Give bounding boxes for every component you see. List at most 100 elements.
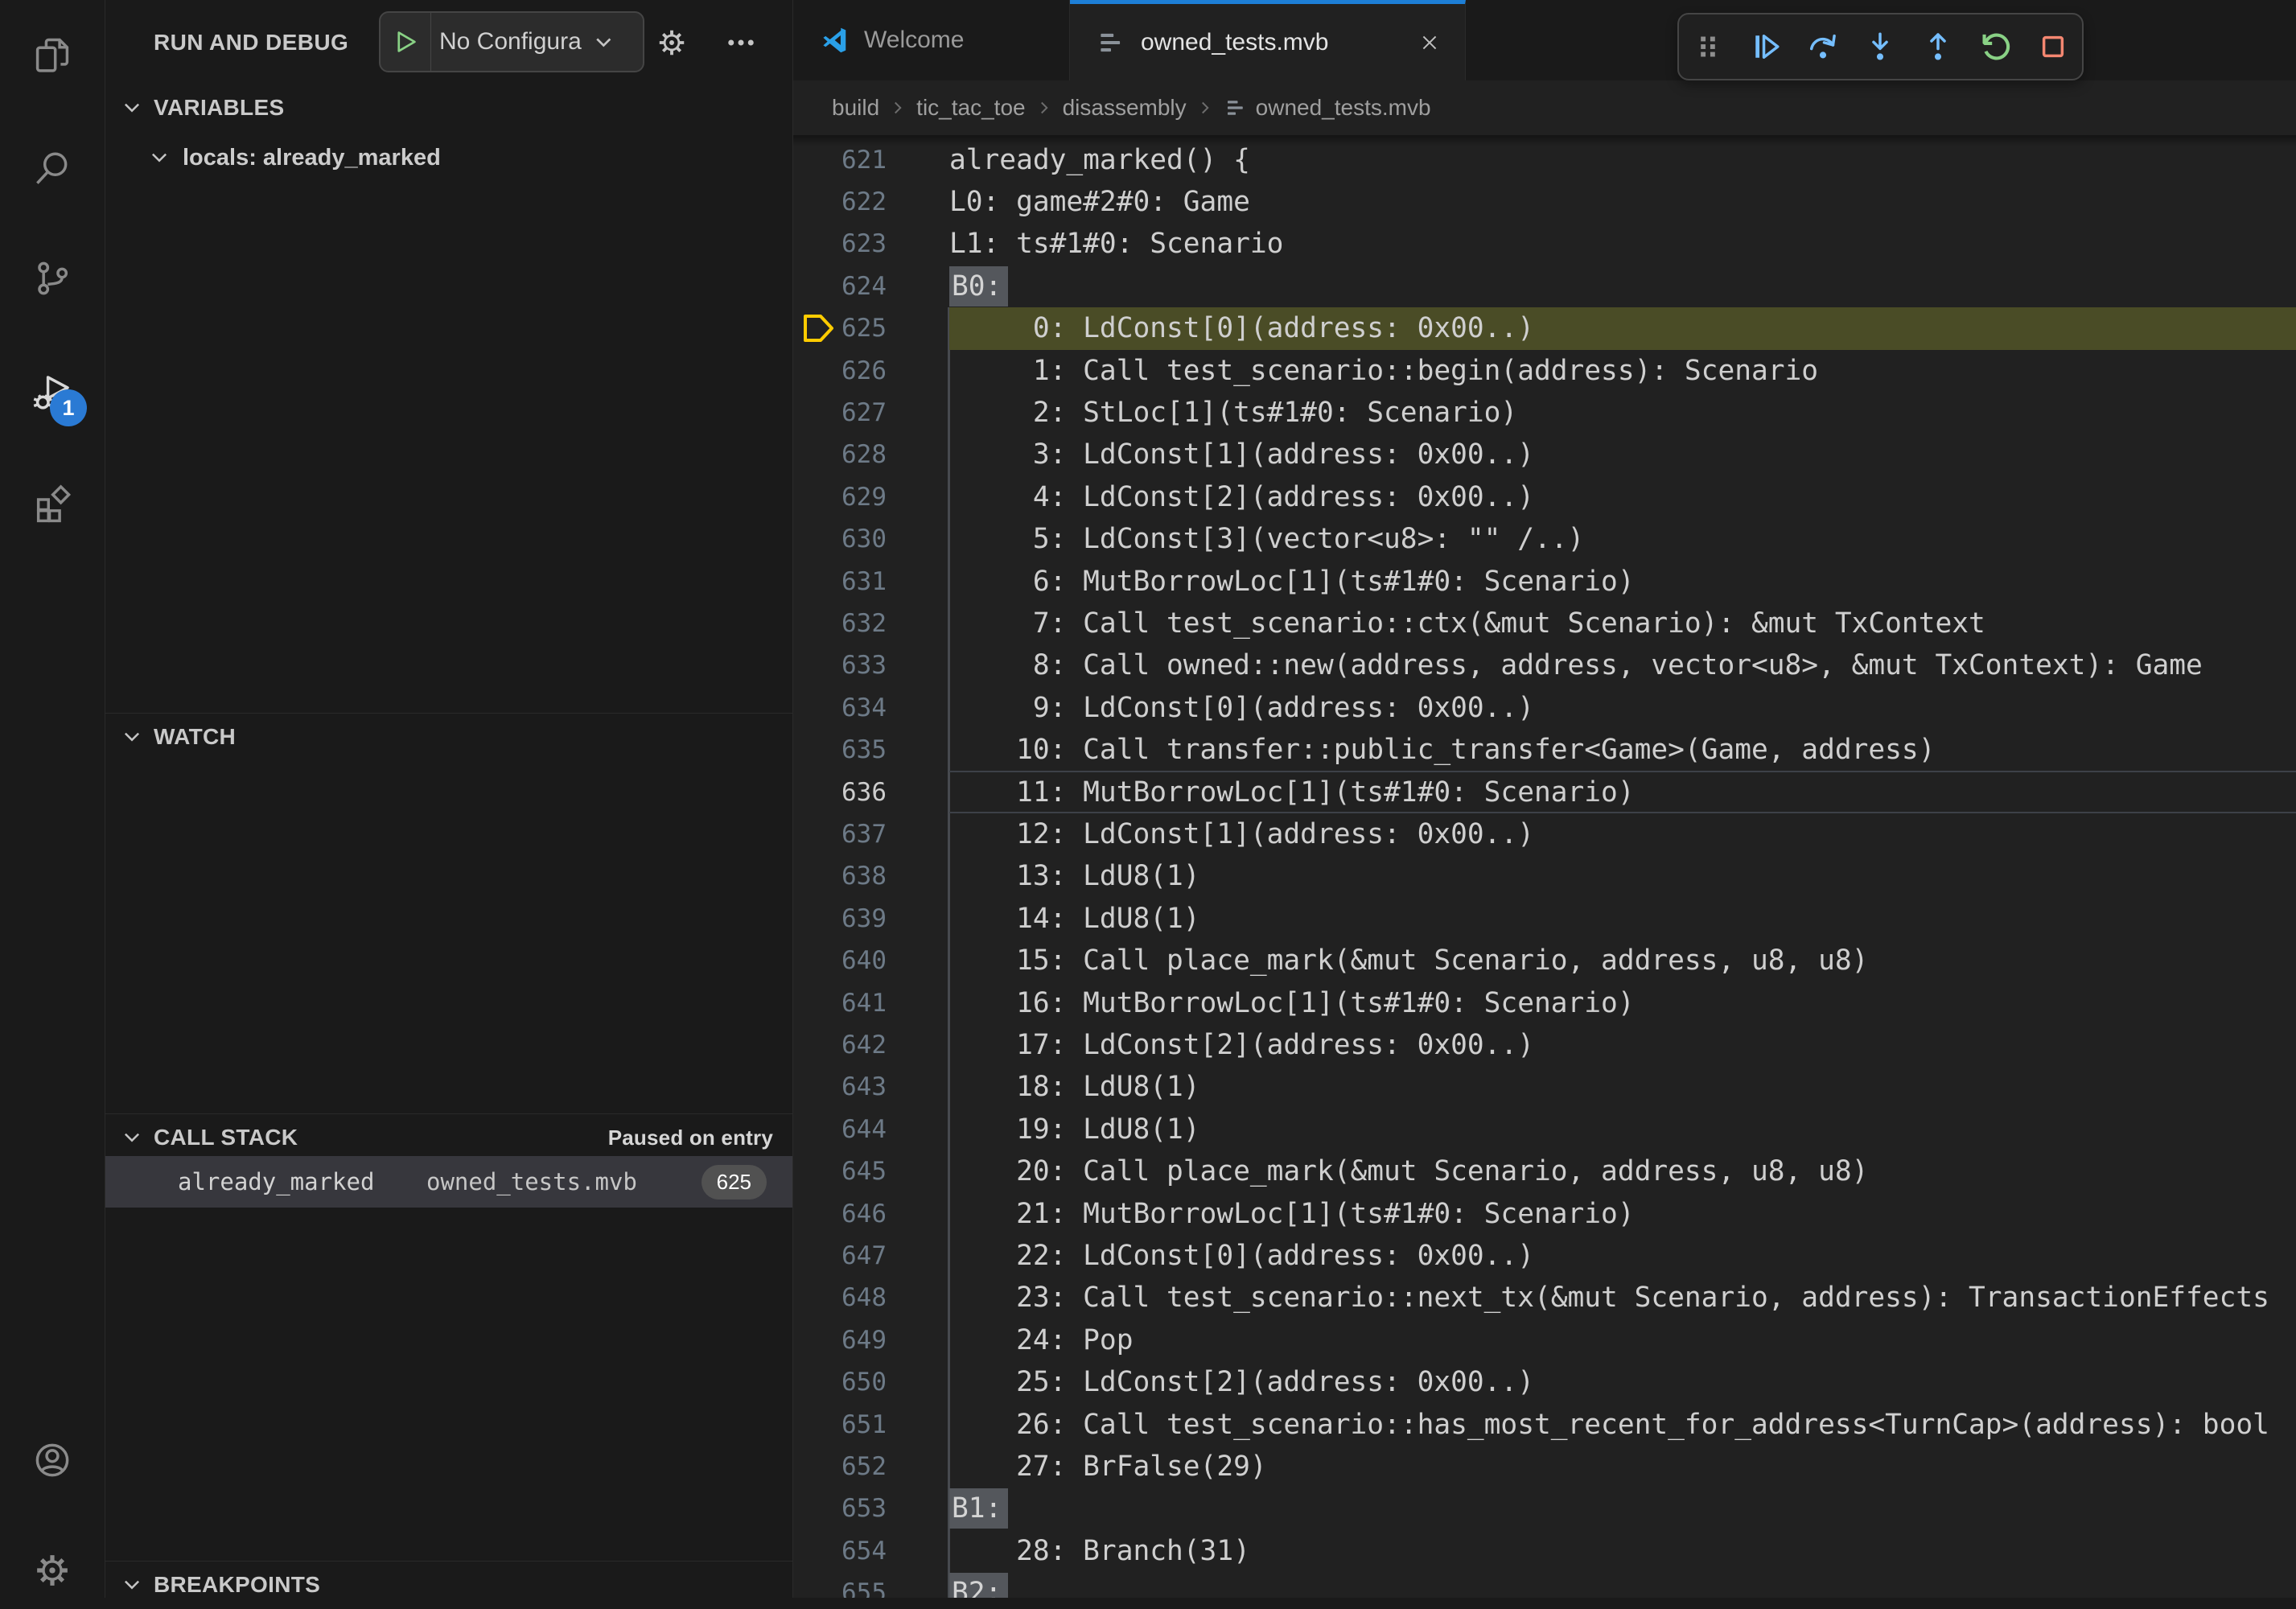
code-line-630[interactable]: 630 5: LdConst[3](vector<u8>: "" /..) bbox=[793, 518, 2296, 561]
code-line-641[interactable]: 641 16: MutBorrowLoc[1](ts#1#0: Scenario… bbox=[793, 981, 2296, 1024]
section-header-watch[interactable]: WATCH bbox=[105, 713, 792, 760]
code-line-636[interactable]: 636 11: MutBorrowLoc[1](ts#1#0: Scenario… bbox=[793, 771, 2296, 813]
gutter[interactable]: 639 bbox=[793, 897, 949, 940]
step-over-button[interactable] bbox=[1800, 24, 1845, 69]
code-line-655[interactable]: 655B2: bbox=[793, 1572, 2296, 1598]
debug-settings-gear-button[interactable] bbox=[654, 25, 689, 60]
gutter[interactable]: 630 bbox=[793, 518, 949, 561]
gutter[interactable]: 644 bbox=[793, 1108, 949, 1150]
gutter[interactable]: 622 bbox=[793, 180, 949, 223]
gutter[interactable]: 653 bbox=[793, 1488, 949, 1530]
code-line-644[interactable]: 644 19: LdU8(1) bbox=[793, 1108, 2296, 1150]
gutter[interactable]: 649 bbox=[793, 1319, 949, 1361]
activity-item-search[interactable] bbox=[0, 130, 105, 207]
code-line-629[interactable]: 629 4: LdConst[2](address: 0x00..) bbox=[793, 475, 2296, 518]
activity-item-accounts[interactable] bbox=[0, 1422, 105, 1499]
gutter[interactable]: 650 bbox=[793, 1361, 949, 1404]
current-frame-marker[interactable] bbox=[793, 311, 840, 346]
gutter[interactable]: 641 bbox=[793, 981, 949, 1024]
code-line-624[interactable]: 624B0: bbox=[793, 265, 2296, 307]
gutter[interactable]: 621 bbox=[793, 138, 949, 181]
step-out-button[interactable] bbox=[1915, 24, 1961, 69]
code-line-652[interactable]: 652 27: BrFalse(29) bbox=[793, 1445, 2296, 1488]
start-debug-button[interactable] bbox=[381, 13, 431, 71]
gutter[interactable]: 634 bbox=[793, 686, 949, 729]
section-header-variables[interactable]: VARIABLES bbox=[105, 84, 792, 131]
code-line-647[interactable]: 647 22: LdConst[0](address: 0x00..) bbox=[793, 1234, 2296, 1277]
activity-item-explorer[interactable] bbox=[0, 17, 105, 94]
code-line-649[interactable]: 649 24: Pop bbox=[793, 1319, 2296, 1361]
code-editor[interactable]: 621already_marked() {622L0: game#2#0: Ga… bbox=[793, 0, 2296, 1598]
gutter[interactable]: 633 bbox=[793, 644, 949, 687]
stop-button[interactable] bbox=[2031, 24, 2076, 69]
code-line-643[interactable]: 643 18: LdU8(1) bbox=[793, 1066, 2296, 1109]
gutter[interactable]: 646 bbox=[793, 1192, 949, 1235]
code-line-653[interactable]: 653B1: bbox=[793, 1488, 2296, 1530]
gripper-icon bbox=[1690, 29, 1726, 64]
code-text: 22: LdConst[0](address: 0x00..) bbox=[949, 1234, 2296, 1277]
activity-bar: 1 bbox=[0, 0, 105, 1598]
code-line-631[interactable]: 631 6: MutBorrowLoc[1](ts#1#0: Scenario) bbox=[793, 560, 2296, 603]
gutter[interactable]: 636 bbox=[793, 771, 949, 813]
code-line-654[interactable]: 654 28: Branch(31) bbox=[793, 1529, 2296, 1572]
section-header-call-stack[interactable]: CALL STACK Paused on entry bbox=[105, 1113, 792, 1161]
gutter[interactable]: 651 bbox=[793, 1403, 949, 1446]
gutter[interactable]: 648 bbox=[793, 1277, 949, 1319]
code-line-635[interactable]: 635 10: Call transfer::public_transfer<G… bbox=[793, 729, 2296, 772]
activity-item-extensions[interactable] bbox=[0, 463, 105, 541]
gutter[interactable]: 624 bbox=[793, 265, 949, 307]
code-line-623[interactable]: 623L1: ts#1#0: Scenario bbox=[793, 223, 2296, 265]
code-line-632[interactable]: 632 7: Call test_scenario::ctx(&mut Scen… bbox=[793, 602, 2296, 644]
call-stack-frame-row[interactable]: already_marked owned_tests.mvb 625 bbox=[105, 1156, 792, 1208]
gutter[interactable]: 625 bbox=[793, 307, 949, 350]
code-line-633[interactable]: 633 8: Call owned::new(address, address,… bbox=[793, 644, 2296, 687]
gutter[interactable]: 637 bbox=[793, 813, 949, 855]
continue-button[interactable] bbox=[1743, 24, 1788, 69]
more-actions-button[interactable] bbox=[723, 25, 759, 60]
section-header-breakpoints[interactable]: BREAKPOINTS bbox=[105, 1561, 792, 1608]
code-line-626[interactable]: 626 1: Call test_scenario::begin(address… bbox=[793, 349, 2296, 392]
code-line-637[interactable]: 637 12: LdConst[1](address: 0x00..) bbox=[793, 813, 2296, 855]
gutter[interactable]: 627 bbox=[793, 391, 949, 434]
activity-item-run-and-debug[interactable]: 1 bbox=[0, 354, 105, 431]
activity-item-source-control[interactable] bbox=[0, 240, 105, 317]
gutter[interactable]: 629 bbox=[793, 475, 949, 518]
toolbar-drag-handle[interactable] bbox=[1685, 24, 1730, 69]
code-line-645[interactable]: 645 20: Call place_mark(&mut Scenario, a… bbox=[793, 1150, 2296, 1193]
code-line-642[interactable]: 642 17: LdConst[2](address: 0x00..) bbox=[793, 1023, 2296, 1066]
gutter[interactable]: 642 bbox=[793, 1023, 949, 1066]
code-line-628[interactable]: 628 3: LdConst[1](address: 0x00..) bbox=[793, 434, 2296, 476]
variables-scope-locals[interactable]: locals: already_marked bbox=[105, 135, 792, 180]
gutter[interactable]: 623 bbox=[793, 223, 949, 265]
debug-config-dropdown[interactable]: No Configura bbox=[379, 11, 644, 72]
code-line-627[interactable]: 627 2: StLoc[1](ts#1#0: Scenario) bbox=[793, 391, 2296, 434]
gutter[interactable]: 628 bbox=[793, 434, 949, 476]
gutter[interactable]: 645 bbox=[793, 1150, 949, 1193]
code-text: L0: game#2#0: Game bbox=[949, 180, 2296, 223]
step-into-button[interactable] bbox=[1858, 24, 1903, 69]
code-line-650[interactable]: 650 25: LdConst[2](address: 0x00..) bbox=[793, 1361, 2296, 1404]
code-line-648[interactable]: 648 23: Call test_scenario::next_tx(&mut… bbox=[793, 1277, 2296, 1319]
code-line-621[interactable]: 621already_marked() { bbox=[793, 138, 2296, 181]
code-line-639[interactable]: 639 14: LdU8(1) bbox=[793, 897, 2296, 940]
gutter[interactable]: 635 bbox=[793, 729, 949, 772]
code-line-646[interactable]: 646 21: MutBorrowLoc[1](ts#1#0: Scenario… bbox=[793, 1192, 2296, 1235]
gutter[interactable]: 652 bbox=[793, 1445, 949, 1488]
code-line-651[interactable]: 651 26: Call test_scenario::has_most_rec… bbox=[793, 1403, 2296, 1446]
line-number: 624 bbox=[840, 272, 887, 301]
gutter[interactable]: 643 bbox=[793, 1066, 949, 1109]
code-line-640[interactable]: 640 15: Call place_mark(&mut Scenario, a… bbox=[793, 940, 2296, 982]
code-line-622[interactable]: 622L0: game#2#0: Game bbox=[793, 180, 2296, 223]
gutter[interactable]: 647 bbox=[793, 1234, 949, 1277]
gutter[interactable]: 638 bbox=[793, 855, 949, 898]
code-line-638[interactable]: 638 13: LdU8(1) bbox=[793, 855, 2296, 898]
gutter[interactable]: 655 bbox=[793, 1572, 949, 1598]
gutter[interactable]: 640 bbox=[793, 940, 949, 982]
code-line-634[interactable]: 634 9: LdConst[0](address: 0x00..) bbox=[793, 686, 2296, 729]
gutter[interactable]: 654 bbox=[793, 1529, 949, 1572]
gutter[interactable]: 626 bbox=[793, 349, 949, 392]
restart-button[interactable] bbox=[1973, 24, 2018, 69]
gutter[interactable]: 632 bbox=[793, 602, 949, 644]
gutter[interactable]: 631 bbox=[793, 560, 949, 603]
code-line-625[interactable]: 625 0: LdConst[0](address: 0x00..) bbox=[793, 307, 2296, 350]
